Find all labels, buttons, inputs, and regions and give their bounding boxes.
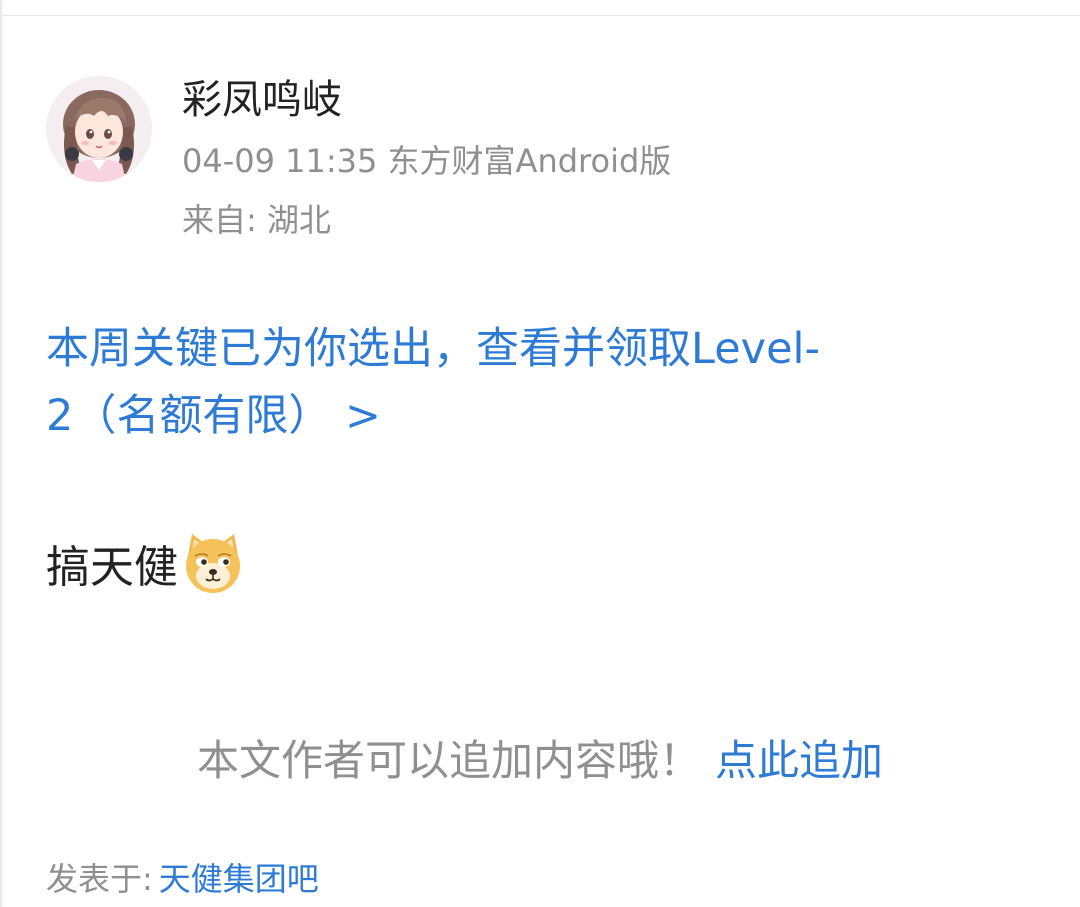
post-body: 搞天健 (46, 530, 246, 596)
avatar-anime-girl-icon (46, 76, 152, 182)
post-client: 东方财富Android版 (387, 142, 672, 180)
doge-emoji-icon (180, 530, 246, 596)
append-content-row: 本文作者可以追加内容哦！ 点此追加 (0, 733, 1080, 789)
promo-link[interactable]: 本周关键已为你选出，查看并领取Level- 2（名额有限） > (46, 316, 1036, 450)
append-content-link[interactable]: 点此追加 (715, 736, 883, 785)
append-hint: 本文作者可以追加内容哦！ (196, 736, 701, 785)
promo-link-line-1[interactable]: 本周关键已为你选出，查看并领取Level- (46, 316, 1036, 383)
post-datetime: 04-09 11:35 (182, 142, 378, 180)
posted-in: 发表于: 天健集团吧 (46, 857, 319, 901)
author-name[interactable]: 彩凤鸣岐 (182, 76, 342, 124)
posted-in-label: 发表于: (46, 860, 153, 898)
post-location: 来自: 湖北 (182, 201, 331, 239)
board-link[interactable]: 天健集团吧 (159, 860, 319, 898)
post-body-text: 搞天健 (46, 542, 178, 593)
top-divider (0, 15, 1080, 16)
author-avatar-icon[interactable] (46, 76, 152, 182)
post-meta: 04-09 11:35 东方财富Android版 (182, 141, 671, 181)
promo-link-line-2[interactable]: 2（名额有限） > (46, 383, 1036, 450)
